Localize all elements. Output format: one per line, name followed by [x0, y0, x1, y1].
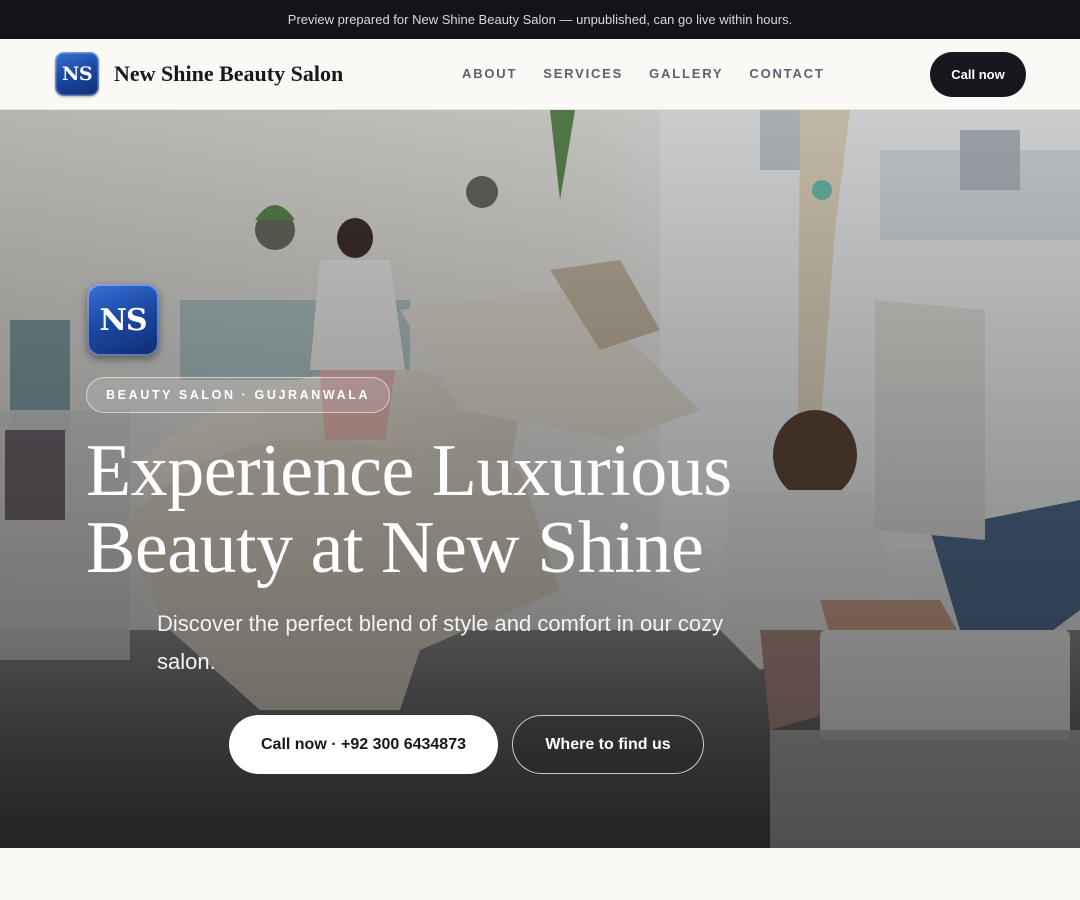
hero-title-line-2: Beauty at New Shine: [86, 507, 704, 589]
hero-logo-initials: NS: [99, 302, 147, 338]
hero-title: Experience Luxurious Beauty at New Shine: [86, 433, 806, 587]
nav-link-about[interactable]: ABOUT: [462, 66, 517, 81]
hero-logo-icon: NS: [87, 284, 159, 356]
find-us-button[interactable]: Where to find us: [512, 715, 704, 774]
call-now-button[interactable]: Call now: [930, 52, 1026, 97]
site-header: NS New Shine Beauty Salon ABOUT SERVICES…: [0, 39, 1080, 110]
nav-link-gallery[interactable]: GALLERY: [649, 66, 723, 81]
hero-title-line-1: Experience Luxurious: [86, 430, 732, 512]
brand-name[interactable]: New Shine Beauty Salon: [114, 61, 343, 87]
location-tag: BEAUTY SALON · GUJRANWALA: [86, 377, 391, 413]
hero-section: NS BEAUTY SALON · GUJRANWALA Experience …: [0, 110, 1080, 848]
call-phone-button[interactable]: Call now · +92 300 6434873: [229, 715, 498, 774]
nav-link-services[interactable]: SERVICES: [543, 66, 623, 81]
logo-icon[interactable]: NS: [55, 52, 99, 96]
logo-initials: NS: [61, 63, 93, 85]
preview-banner: Preview prepared for New Shine Beauty Sa…: [0, 0, 1080, 39]
preview-banner-text: Preview prepared for New Shine Beauty Sa…: [287, 12, 793, 27]
hero-subtitle: Discover the perfect blend of style and …: [157, 611, 724, 674]
nav-link-contact[interactable]: CONTACT: [749, 66, 824, 81]
main-nav: ABOUT SERVICES GALLERY CONTACT: [462, 66, 825, 81]
